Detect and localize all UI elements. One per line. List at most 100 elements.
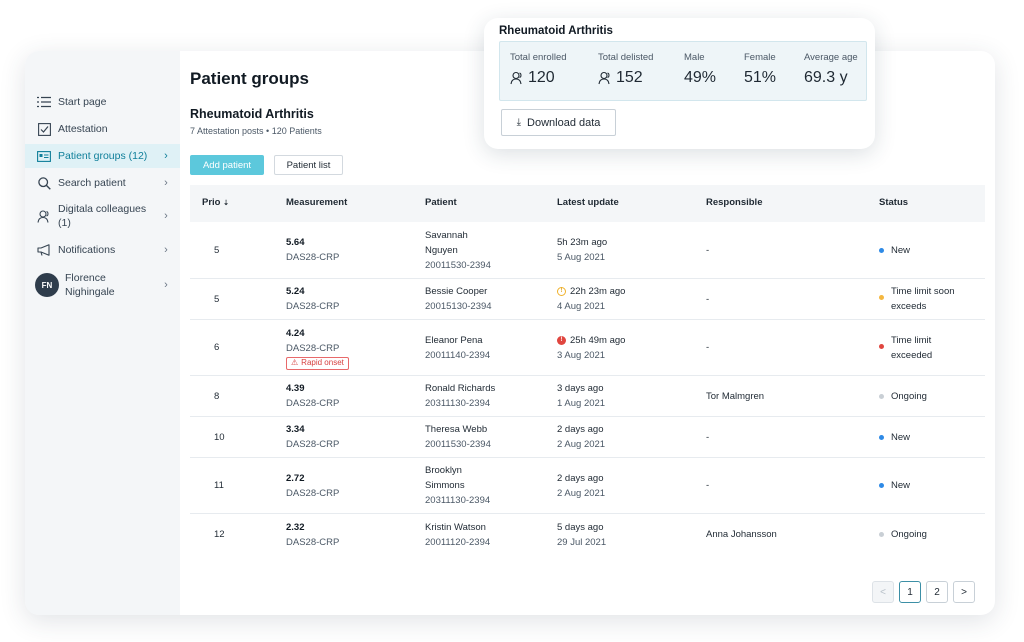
measurement-cell: 4.39 DAS28-CRP	[286, 376, 339, 416]
download-label: Download data	[527, 116, 601, 129]
status-dot	[879, 393, 884, 399]
column-header-patient: Patient	[425, 197, 457, 208]
prio-cell: 5	[214, 244, 220, 256]
table-row[interactable]: 5 5.64 DAS28-CRP Savannah Nguyen 2001153…	[190, 222, 985, 279]
measurement-cell: 5.64 DAS28-CRP	[286, 222, 339, 278]
status-cell: New	[879, 458, 910, 513]
people-icon	[510, 71, 522, 85]
sidebar-item-colleagues[interactable]: Digitala colleagues (1) ›	[25, 201, 180, 231]
status-cell: Time limit soon exceeds	[879, 279, 955, 319]
stat-label: Total enrolled	[510, 52, 567, 63]
status-label: New	[891, 480, 911, 491]
update-date: 2 Aug 2021	[557, 487, 606, 499]
measurement-cell: 3.34 DAS28-CRP	[286, 417, 339, 457]
add-patient-button[interactable]: Add patient	[190, 155, 264, 175]
table-row[interactable]: 11 2.72 DAS28-CRP Brooklyn Simmons 20311…	[190, 458, 985, 514]
group-subtitle: 7 Attestation posts • 120 Patients	[190, 126, 322, 136]
chevron-right-icon: ›	[164, 150, 168, 162]
prio-cell: 11	[214, 480, 224, 491]
column-header-latest-update: Latest update	[557, 197, 619, 208]
table-row[interactable]: 10 3.34 DAS28-CRP Theresa Webb 20011530-…	[190, 417, 985, 458]
table-row[interactable]: 6 4.24 DAS28-CRP ⚠ Rapid onset Eleanor Pe…	[190, 320, 985, 376]
status-label: Ongoing	[891, 529, 927, 540]
stat-value: 120	[528, 69, 555, 86]
stat-value: 51%	[744, 69, 777, 86]
status-cell: Time limit exceeded	[879, 320, 932, 375]
sidebar-user-profile[interactable]: FN Florence Nighingale ›	[25, 269, 180, 301]
column-header-status: Status	[879, 197, 909, 208]
patient-cell: Ronald Richards 20311130-2394	[425, 376, 495, 416]
chevron-right-icon: ›	[164, 210, 168, 222]
sidebar-item-label: Attestation	[58, 123, 108, 135]
stat-value: 152	[616, 69, 643, 86]
download-data-button[interactable]: ⤓ Download data	[501, 109, 616, 136]
measurement-cell: 5.24 DAS28-CRP	[286, 279, 339, 319]
prio-cell: 5	[214, 293, 220, 305]
chevron-right-icon: ›	[164, 177, 168, 189]
patient-list-button[interactable]: Patient list	[274, 155, 343, 175]
responsible-cell: -	[706, 342, 710, 353]
table-header: Prio ⇣ Measurement Patient Latest update…	[190, 185, 985, 222]
status-cell: New	[879, 222, 910, 278]
prio-cell: 12	[214, 529, 225, 540]
pagination-prev-button[interactable]: <	[872, 581, 894, 603]
latest-update-cell: 3 days ago 1 Aug 2021	[557, 376, 605, 416]
sidebar-item-label: Notifications	[58, 244, 116, 256]
patient-id: 20011530-2394	[425, 259, 491, 271]
stat-value: 49%	[684, 69, 717, 86]
update-time: 5h 23m ago	[557, 237, 608, 248]
group-summary-popup: Rheumatoid Arthritis Total enrolled 120 …	[484, 18, 875, 149]
table-row[interactable]: 8 4.39 DAS28-CRP Ronald Richards 2031113…	[190, 376, 985, 417]
status-dot	[879, 483, 884, 488]
column-header-prio[interactable]: Prio ⇣	[202, 197, 229, 208]
status-label: Ongoing	[891, 390, 927, 402]
latest-update-cell: 5h 23m ago 5 Aug 2021	[557, 222, 607, 278]
pagination-page-1[interactable]: 1	[899, 581, 921, 603]
sidebar-item-search-patient[interactable]: Search patient ›	[25, 172, 180, 194]
sidebar-item-attestation[interactable]: Attestation	[25, 118, 180, 140]
sidebar-item-notifications[interactable]: Notifications ›	[25, 239, 180, 261]
search-icon	[36, 175, 52, 191]
sidebar-item-label: Digitala colleagues (1)	[58, 203, 147, 229]
latest-update-cell: ! 25h 49m ago 3 Aug 2021	[557, 320, 625, 375]
status-label: Time limit soon	[891, 286, 955, 297]
prio-cell: 10	[214, 431, 225, 443]
stat-label: Average age	[804, 52, 858, 63]
status-cell: New	[879, 417, 910, 457]
patient-name: Eleanor Pena	[425, 334, 483, 346]
measurement-value: 5.24	[286, 286, 305, 297]
prio-cell: 8	[214, 390, 220, 402]
table-row[interactable]: 12 2.32 DAS28-CRP Kristin Watson 2001112…	[190, 514, 985, 555]
responsible-cell: Tor Malmgren	[706, 390, 765, 402]
checkbox-icon	[36, 121, 52, 137]
measurement-value: 4.24	[286, 327, 305, 339]
pagination-page-2[interactable]: 2	[926, 581, 948, 603]
latest-update-cell: 2 days ago 2 Aug 2021	[557, 417, 605, 457]
status-dot	[879, 343, 884, 349]
megaphone-icon	[36, 242, 52, 258]
table-row[interactable]: 5 5.24 DAS28-CRP Bessie Cooper 20015130-…	[190, 279, 985, 320]
clock-alert-icon: !	[557, 335, 566, 345]
sidebar-item-start-page[interactable]: Start page	[25, 91, 180, 113]
stat-average-age: Average age 69.3 y	[804, 52, 858, 87]
sort-icon: ⇣	[223, 200, 229, 207]
patient-cell: Bessie Cooper 20015130-2394	[425, 279, 492, 319]
update-time: 25h 49m ago	[570, 334, 626, 346]
responsible-cell: -	[706, 244, 710, 256]
update-date: 1 Aug 2021	[557, 398, 606, 409]
people-icon	[598, 71, 610, 85]
list-icon	[36, 94, 52, 110]
sidebar-item-patient-groups[interactable]: Patient groups (12) ›	[25, 144, 180, 168]
measurement-unit: DAS28-CRP	[286, 398, 340, 409]
patient-cell: Eleanor Pena 20011140-2394	[425, 320, 490, 375]
status-label-line2: exceeds	[891, 301, 927, 312]
pagination-next-button[interactable]: >	[953, 581, 975, 603]
patient-name: Savannah	[425, 229, 468, 241]
people-icon	[36, 208, 52, 224]
stat-value: 69.3 y	[804, 69, 848, 86]
responsible-cell: -	[706, 293, 710, 305]
patient-name-line2: Nguyen	[425, 244, 458, 256]
stat-female: Female 51%	[744, 52, 776, 87]
patient-id: 20015130-2394	[425, 301, 492, 312]
update-time: 2 days ago	[557, 424, 604, 435]
